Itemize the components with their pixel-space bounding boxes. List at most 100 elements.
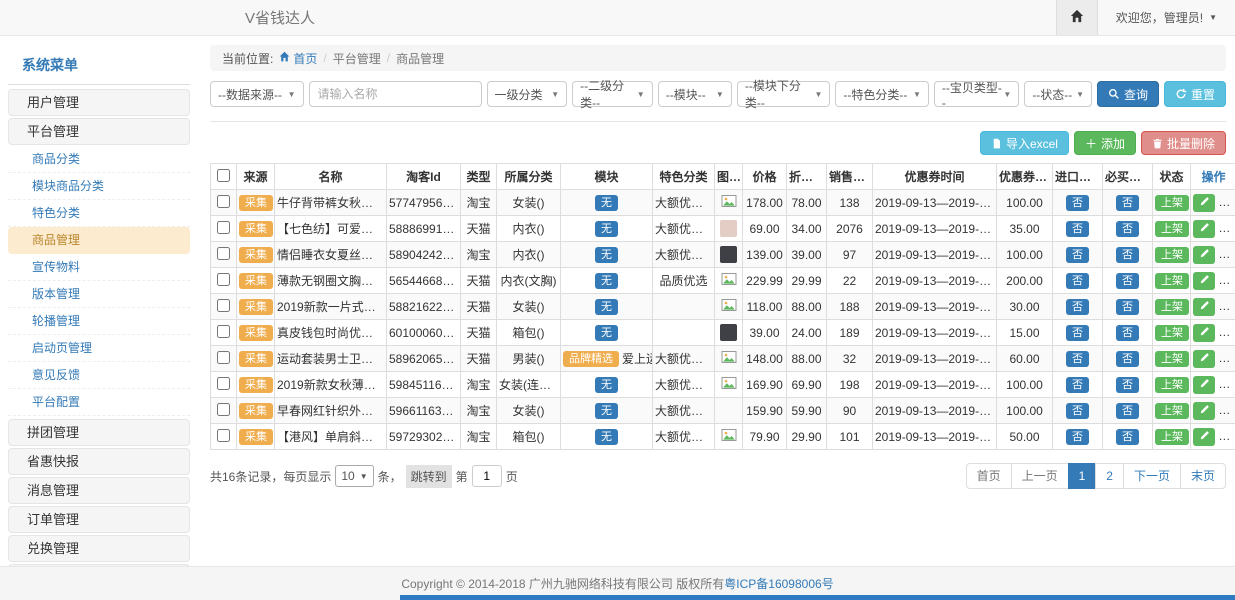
edit-button[interactable] bbox=[1193, 376, 1215, 394]
row-checkbox[interactable] bbox=[217, 299, 230, 312]
filter-select-2[interactable]: 一级分类▼ bbox=[487, 81, 568, 107]
pager-item[interactable]: 下一页 bbox=[1123, 463, 1181, 489]
must-buy-toggle[interactable]: 否 bbox=[1116, 429, 1139, 445]
row-checkbox[interactable] bbox=[217, 403, 230, 416]
filter-select-8[interactable]: --状态--▼ bbox=[1024, 81, 1092, 107]
must-buy-toggle[interactable]: 否 bbox=[1116, 377, 1139, 393]
edit-button[interactable] bbox=[1193, 402, 1215, 420]
pager-item[interactable]: 2 bbox=[1095, 463, 1124, 489]
sidebar-item[interactable]: 轮播管理 bbox=[8, 308, 190, 335]
delete-button[interactable] bbox=[1218, 194, 1235, 212]
import-select-toggle[interactable]: 否 bbox=[1066, 247, 1089, 263]
edit-button[interactable] bbox=[1193, 272, 1215, 290]
breadcrumb-item[interactable]: 平台管理 bbox=[333, 50, 381, 67]
must-buy-toggle[interactable]: 否 bbox=[1116, 299, 1139, 315]
sidebar-item[interactable]: 启动页管理 bbox=[8, 335, 190, 362]
status-badge[interactable]: 上架 bbox=[1155, 221, 1189, 237]
status-badge[interactable]: 上架 bbox=[1155, 377, 1189, 393]
status-badge[interactable]: 上架 bbox=[1155, 247, 1189, 263]
must-buy-toggle[interactable]: 否 bbox=[1116, 351, 1139, 367]
must-buy-toggle[interactable]: 否 bbox=[1116, 273, 1139, 289]
delete-button[interactable] bbox=[1218, 220, 1235, 238]
import-excel-button[interactable]: 导入excel bbox=[980, 131, 1069, 155]
add-button[interactable]: ＋ 添加 bbox=[1074, 131, 1136, 155]
edit-button[interactable] bbox=[1193, 428, 1215, 446]
delete-button[interactable] bbox=[1218, 376, 1235, 394]
icp-link[interactable]: 粤ICP备16098006号 bbox=[724, 575, 833, 592]
must-buy-toggle[interactable]: 否 bbox=[1116, 195, 1139, 211]
filter-select-7[interactable]: --宝贝类型--▼ bbox=[934, 81, 1019, 107]
row-checkbox[interactable] bbox=[217, 325, 230, 338]
breadcrumb-home-link[interactable]: 首页 bbox=[279, 50, 317, 67]
import-select-toggle[interactable]: 否 bbox=[1066, 325, 1089, 341]
edit-button[interactable] bbox=[1193, 350, 1215, 368]
jump-button[interactable]: 跳转到 bbox=[406, 465, 452, 488]
delete-button[interactable] bbox=[1218, 324, 1235, 342]
sidebar-group-5[interactable]: 订单管理 bbox=[8, 506, 190, 533]
status-badge[interactable]: 上架 bbox=[1155, 351, 1189, 367]
import-select-toggle[interactable]: 否 bbox=[1066, 403, 1089, 419]
sidebar-group-1[interactable]: 平台管理 bbox=[8, 118, 190, 145]
sidebar-group-3[interactable]: 省惠快报 bbox=[8, 448, 190, 475]
import-select-toggle[interactable]: 否 bbox=[1066, 377, 1089, 393]
per-page-select[interactable]: 10 ▼ bbox=[335, 465, 373, 487]
pager-item[interactable]: 末页 bbox=[1180, 463, 1226, 489]
pager-item[interactable]: 首页 bbox=[966, 463, 1012, 489]
filter-select-3[interactable]: --二级分类--▼ bbox=[572, 81, 653, 107]
status-badge[interactable]: 上架 bbox=[1155, 273, 1189, 289]
delete-button[interactable] bbox=[1218, 246, 1235, 264]
status-badge[interactable]: 上架 bbox=[1155, 403, 1189, 419]
edit-button[interactable] bbox=[1193, 298, 1215, 316]
import-select-toggle[interactable]: 否 bbox=[1066, 429, 1089, 445]
delete-button[interactable] bbox=[1218, 272, 1235, 290]
row-checkbox[interactable] bbox=[217, 429, 230, 442]
delete-button[interactable] bbox=[1218, 350, 1235, 368]
status-badge[interactable]: 上架 bbox=[1155, 195, 1189, 211]
sidebar-item[interactable]: 平台配置 bbox=[8, 389, 190, 416]
jump-page-input[interactable] bbox=[472, 465, 502, 487]
sidebar-item[interactable]: 商品管理 bbox=[8, 227, 190, 254]
sidebar-group-2[interactable]: 拼团管理 bbox=[8, 419, 190, 446]
filter-select-0[interactable]: --数据来源--▼ bbox=[210, 81, 304, 107]
filter-select-6[interactable]: --特色分类--▼ bbox=[835, 81, 929, 107]
import-select-toggle[interactable]: 否 bbox=[1066, 351, 1089, 367]
import-select-toggle[interactable]: 否 bbox=[1066, 221, 1089, 237]
status-badge[interactable]: 上架 bbox=[1155, 325, 1189, 341]
home-button[interactable] bbox=[1056, 0, 1098, 35]
edit-button[interactable] bbox=[1193, 220, 1215, 238]
sidebar-item[interactable]: 特色分类 bbox=[8, 200, 190, 227]
sidebar-group-4[interactable]: 消息管理 bbox=[8, 477, 190, 504]
must-buy-toggle[interactable]: 否 bbox=[1116, 221, 1139, 237]
delete-button[interactable] bbox=[1218, 298, 1235, 316]
sidebar-item[interactable]: 版本管理 bbox=[8, 281, 190, 308]
import-select-toggle[interactable]: 否 bbox=[1066, 195, 1089, 211]
import-select-toggle[interactable]: 否 bbox=[1066, 299, 1089, 315]
row-checkbox[interactable] bbox=[217, 247, 230, 260]
sidebar-item[interactable]: 宣传物料 bbox=[8, 254, 190, 281]
import-select-toggle[interactable]: 否 bbox=[1066, 273, 1089, 289]
status-badge[interactable]: 上架 bbox=[1155, 299, 1189, 315]
edit-button[interactable] bbox=[1193, 194, 1215, 212]
batch-delete-button[interactable]: 批量删除 bbox=[1141, 131, 1226, 155]
row-checkbox[interactable] bbox=[217, 273, 230, 286]
pager-item[interactable]: 1 bbox=[1068, 463, 1097, 489]
select-all-checkbox[interactable] bbox=[217, 169, 230, 182]
user-menu[interactable]: 欢迎您，管理员! ▼ bbox=[1098, 0, 1235, 35]
must-buy-toggle[interactable]: 否 bbox=[1116, 247, 1139, 263]
pager-item[interactable]: 上一页 bbox=[1011, 463, 1069, 489]
search-button[interactable]: 查询 bbox=[1097, 81, 1159, 107]
edit-button[interactable] bbox=[1193, 324, 1215, 342]
sidebar-item[interactable]: 模块商品分类 bbox=[8, 173, 190, 200]
status-badge[interactable]: 上架 bbox=[1155, 429, 1189, 445]
sidebar-group-0[interactable]: 用户管理 bbox=[8, 89, 190, 116]
must-buy-toggle[interactable]: 否 bbox=[1116, 403, 1139, 419]
reset-button[interactable]: 重置 bbox=[1164, 81, 1226, 107]
edit-button[interactable] bbox=[1193, 246, 1215, 264]
row-checkbox[interactable] bbox=[217, 377, 230, 390]
delete-button[interactable] bbox=[1218, 402, 1235, 420]
row-checkbox[interactable] bbox=[217, 221, 230, 234]
sidebar-group-6[interactable]: 兑换管理 bbox=[8, 535, 190, 562]
filter-select-4[interactable]: --模块--▼ bbox=[658, 81, 732, 107]
sidebar-item[interactable]: 商品分类 bbox=[8, 146, 190, 173]
sidebar-item[interactable]: 意见反馈 bbox=[8, 362, 190, 389]
